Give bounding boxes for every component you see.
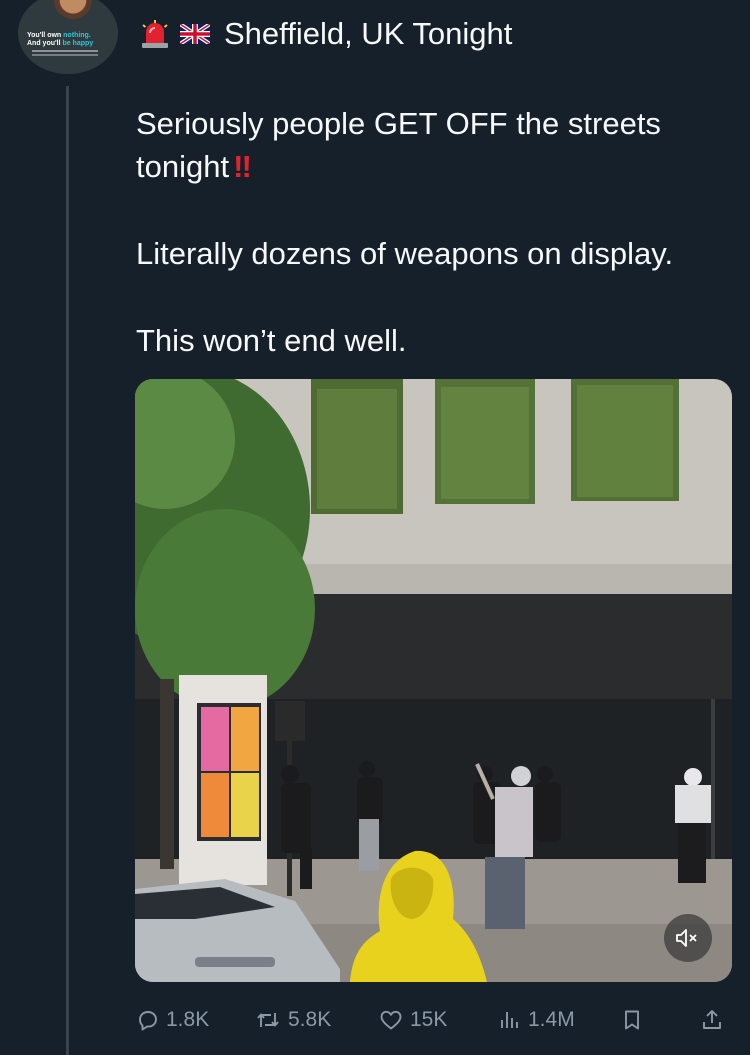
bookmark-icon	[620, 1008, 644, 1032]
reply-count: 1.8K	[166, 1008, 210, 1031]
mute-button[interactable]	[664, 914, 712, 962]
reply-icon	[136, 1008, 160, 1032]
avatar[interactable]: You'll own nothing. And you'll be happy	[18, 0, 118, 74]
speaker-muted-icon	[675, 927, 701, 949]
header-title: Sheffield, UK Tonight	[224, 16, 513, 51]
like-button[interactable]: 15K	[378, 1000, 447, 1040]
share-icon	[700, 1008, 724, 1032]
thread-line	[66, 86, 69, 1055]
action-bar: 1.8K 5.8K 15K 1.4M	[136, 1000, 730, 1040]
views-button[interactable]: 1.4M	[498, 1000, 575, 1040]
avatar-fine-print	[32, 50, 98, 52]
tweet-line: Seriously people GET OFF the streets	[136, 106, 661, 141]
tweet-text: Seriously people GET OFF the streets ton…	[136, 102, 736, 362]
repost-count: 5.8K	[288, 1008, 332, 1031]
tweet-header: Sheffield, UK Tonight	[140, 14, 512, 54]
bookmark-button[interactable]	[620, 1000, 644, 1040]
reply-button[interactable]: 1.8K	[136, 1000, 209, 1040]
views-icon	[498, 1008, 522, 1032]
tweet-line: tonight ‼	[136, 149, 252, 184]
like-icon	[378, 1008, 404, 1032]
siren-icon	[140, 19, 170, 49]
video-player[interactable]	[135, 379, 732, 982]
repost-icon	[254, 1008, 282, 1032]
double-exclamation-icon: ‼	[233, 149, 252, 184]
avatar-caption: You'll own nothing. And you'll be happy	[27, 32, 94, 47]
like-count: 15K	[410, 1008, 448, 1031]
video-frame	[135, 379, 732, 982]
tweet-line: This won’t end well.	[136, 323, 407, 358]
uk-flag-icon	[178, 22, 212, 46]
repost-button[interactable]: 5.8K	[254, 1000, 331, 1040]
share-button[interactable]	[700, 1000, 724, 1040]
views-count: 1.4M	[528, 1008, 575, 1031]
tweet-line: Literally dozens of weapons on display.	[136, 236, 674, 271]
